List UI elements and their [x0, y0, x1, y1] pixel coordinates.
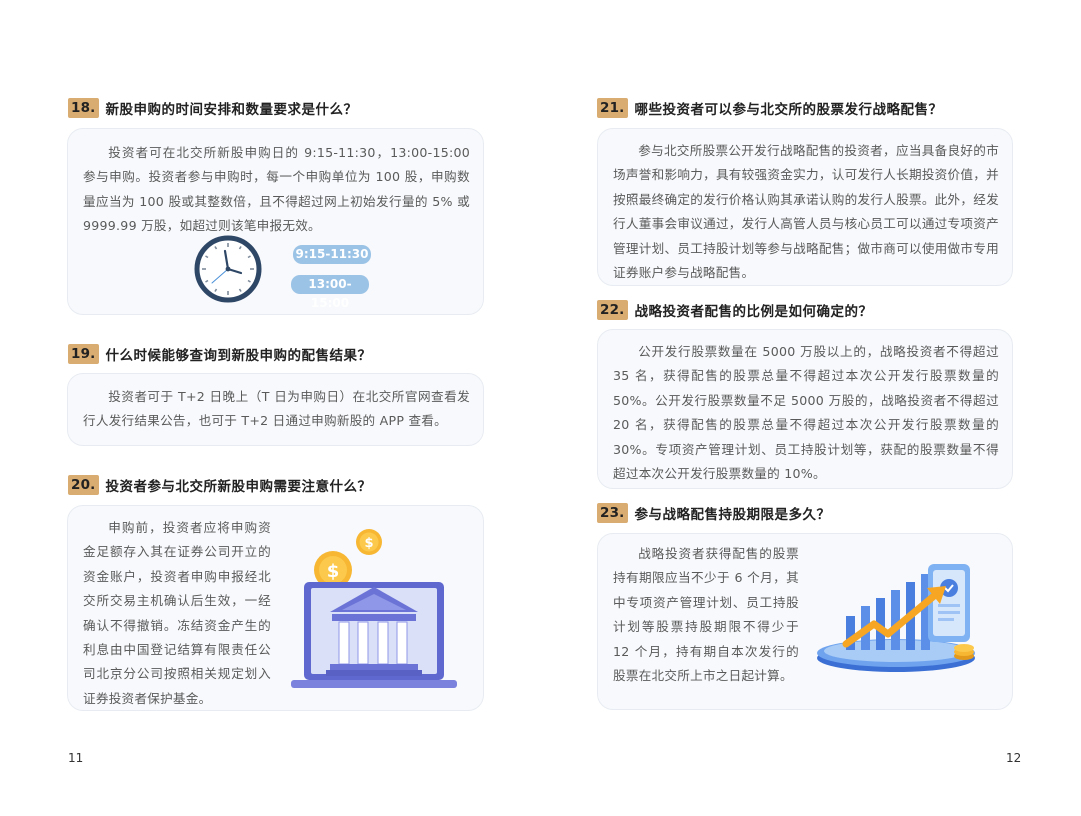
- afternoon-time-badge: 13:00-15:00: [291, 275, 369, 310]
- q20-heading: 20. 投资者参与北交所新股申购需要注意什么？: [68, 474, 372, 496]
- q19-body: 投资者可于 T+2 日晚上（T 日为申购日）在北交所官网查看发行人发行结果公告，…: [83, 389, 470, 429]
- q19-number: 19.: [68, 344, 99, 364]
- q18-number: 18.: [68, 98, 99, 118]
- q21-body: 参与北交所股票公开发行战略配售的投资者，应当具备良好的市场声誉和影响力，具有较强…: [613, 143, 999, 281]
- morning-time-badge: 9:15-11:30: [293, 245, 371, 264]
- q20-title: 投资者参与北交所新股申购需要注意什么？: [105, 479, 372, 495]
- q22-card: 公开发行股票数量在 5000 万股以上的，战略投资者不得超过 35 名，获得配售…: [597, 329, 1013, 489]
- q21-number: 21.: [597, 98, 628, 118]
- q18-card: 投资者可在北交所新股申购日的 9:15-11:30，13:00-15:00 参与…: [67, 128, 484, 315]
- q20-number: 20.: [68, 475, 99, 495]
- growth-chart-icon: [816, 558, 986, 678]
- q18-body: 投资者可在北交所新股申购日的 9:15-11:30，13:00-15:00 参与…: [83, 145, 470, 234]
- bank-building-icon: $ $: [286, 524, 461, 694]
- q19-heading: 19. 什么时候能够查询到新股申购的配售结果？: [68, 343, 372, 365]
- q22-title: 战略投资者配售的比例是如何确定的？: [634, 304, 873, 320]
- q22-heading: 22. 战略投资者配售的比例是如何确定的？: [597, 299, 873, 321]
- svg-text:$: $: [327, 561, 340, 582]
- q23-body: 战略投资者获得配售的股票持有期限应当不少于 6 个月，其中专项资产管理计划、员工…: [613, 546, 799, 684]
- q18-heading: 18. 新股申购的时间安排和数量要求是什么？: [68, 97, 358, 119]
- q22-body: 公开发行股票数量在 5000 万股以上的，战略投资者不得超过 35 名，获得配售…: [613, 344, 999, 482]
- svg-text:$: $: [364, 536, 373, 551]
- q23-card: 战略投资者获得配售的股票持有期限应当不少于 6 个月，其中专项资产管理计划、员工…: [597, 533, 1013, 710]
- q22-number: 22.: [597, 300, 628, 320]
- q21-card: 参与北交所股票公开发行战略配售的投资者，应当具备良好的市场声誉和影响力，具有较强…: [597, 128, 1013, 286]
- q23-number: 23.: [597, 503, 628, 523]
- q19-card: 投资者可于 T+2 日晚上（T 日为申购日）在北交所官网查看发行人发行结果公告，…: [67, 373, 484, 446]
- q21-heading: 21. 哪些投资者可以参与北交所的股票发行战略配售？: [597, 97, 943, 119]
- q23-heading: 23. 参与战略配售持股期限是多久？: [597, 502, 831, 524]
- q20-card: 申购前，投资者应将申购资金足额存入其在证券公司开立的资金账户，投资者申购申报经北…: [67, 505, 484, 711]
- clock-icon: [194, 235, 262, 303]
- q19-title: 什么时候能够查询到新股申购的配售结果？: [105, 348, 372, 364]
- left-page-number: 11: [68, 751, 84, 765]
- q18-title: 新股申购的时间安排和数量要求是什么？: [105, 102, 358, 118]
- q20-body: 申购前，投资者应将申购资金足额存入其在证券公司开立的资金账户，投资者申购申报经北…: [83, 520, 271, 706]
- q23-title: 参与战略配售持股期限是多久？: [634, 507, 831, 523]
- right-page-number: 12: [1006, 751, 1022, 765]
- q21-title: 哪些投资者可以参与北交所的股票发行战略配售？: [634, 102, 943, 118]
